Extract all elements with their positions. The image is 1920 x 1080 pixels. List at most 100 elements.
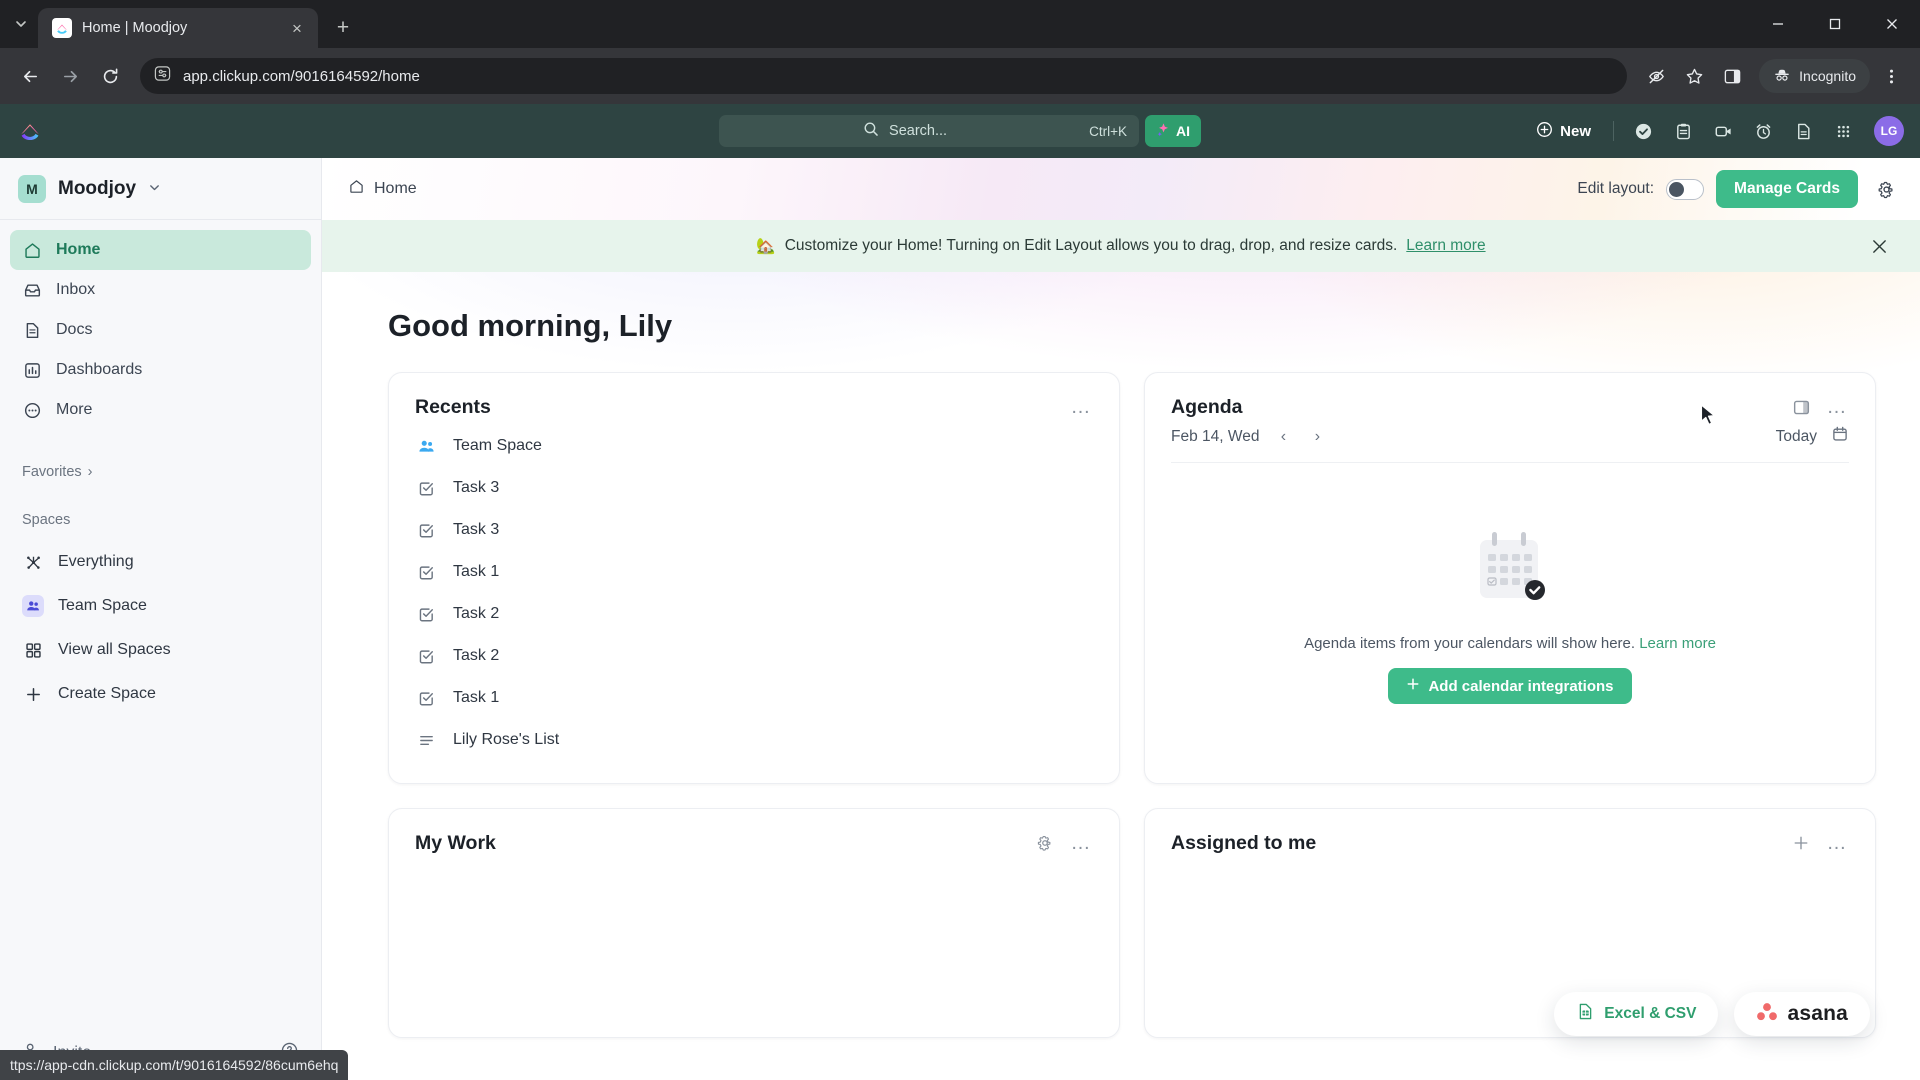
task-check-icon bbox=[415, 690, 437, 707]
window-minimize-button[interactable] bbox=[1749, 0, 1806, 48]
sidebar-item-inbox[interactable]: Inbox bbox=[10, 270, 311, 310]
split-panel-icon[interactable] bbox=[1789, 395, 1813, 419]
breadcrumb[interactable]: Home bbox=[348, 178, 417, 200]
reload-button-icon[interactable] bbox=[92, 58, 128, 94]
list-item[interactable]: Task 3 bbox=[415, 467, 1093, 509]
clickup-logo-icon[interactable] bbox=[0, 119, 60, 143]
integration-chip-excel-csv[interactable]: Excel & CSV bbox=[1554, 992, 1718, 1036]
edit-layout-toggle[interactable] bbox=[1666, 179, 1704, 200]
list-item[interactable]: Lily Rose's List bbox=[415, 719, 1093, 761]
tab-search-chevron-icon[interactable] bbox=[4, 0, 38, 48]
browser-status-bar: ttps://app-cdn.clickup.com/t/9016164592/… bbox=[0, 1050, 348, 1080]
sidebar-nav: Home Inbox Docs bbox=[0, 220, 321, 430]
ai-button[interactable]: AI bbox=[1145, 115, 1201, 147]
new-tab-button[interactable]: + bbox=[326, 11, 360, 45]
sidebar-item-more[interactable]: More bbox=[10, 390, 311, 430]
banner-learn-more-link[interactable]: Learn more bbox=[1406, 237, 1485, 255]
new-button-label: New bbox=[1560, 123, 1591, 140]
back-button-icon[interactable] bbox=[12, 58, 48, 94]
list-item[interactable]: Task 3 bbox=[415, 509, 1093, 551]
check-circle-icon[interactable] bbox=[1624, 114, 1662, 148]
mouse-cursor bbox=[1700, 404, 1717, 433]
workspace-switcher[interactable]: M Moodjoy bbox=[0, 158, 321, 220]
alarm-clock-icon[interactable] bbox=[1744, 114, 1782, 148]
agenda-prev-day-icon[interactable]: ‹ bbox=[1273, 428, 1293, 446]
list-item[interactable]: Task 1 bbox=[415, 677, 1093, 719]
app-header: Search... Ctrl+K AI New bbox=[0, 104, 1920, 158]
agenda-card-title: Agenda bbox=[1171, 396, 1243, 419]
breadcrumb-label: Home bbox=[374, 180, 417, 198]
assigned-to-me-card-menu-icon[interactable]: … bbox=[1825, 831, 1849, 855]
agenda-next-day-icon[interactable]: › bbox=[1307, 428, 1327, 446]
avatar[interactable]: LG bbox=[1874, 116, 1904, 146]
clipboard-icon[interactable] bbox=[1664, 114, 1702, 148]
window-maximize-button[interactable] bbox=[1806, 0, 1863, 48]
list-item-label: Task 2 bbox=[453, 605, 499, 623]
tab-close-icon[interactable]: × bbox=[286, 20, 308, 37]
sidebar-item-docs[interactable]: Docs bbox=[10, 310, 311, 350]
calendar-icon[interactable] bbox=[1831, 425, 1849, 448]
plus-icon bbox=[1406, 677, 1420, 695]
banner-close-icon[interactable] bbox=[1866, 233, 1892, 259]
add-calendar-integrations-button[interactable]: Add calendar integrations bbox=[1388, 668, 1631, 704]
global-search-area: Search... Ctrl+K AI bbox=[719, 115, 1201, 147]
sidebar-item-dashboards[interactable]: Dashboards bbox=[10, 350, 311, 390]
home-cards-grid: Recents … Team Space bbox=[388, 372, 1876, 1038]
list-item-label: Lily Rose's List bbox=[453, 731, 559, 749]
integration-chip-asana[interactable]: asana bbox=[1734, 992, 1870, 1036]
agenda-today-button[interactable]: Today bbox=[1776, 428, 1817, 446]
address-bar[interactable]: app.clickup.com/9016164592/home bbox=[140, 58, 1627, 94]
sidebar-item-home[interactable]: Home bbox=[10, 230, 311, 270]
list-item-label: Task 1 bbox=[453, 689, 499, 707]
browser-tab[interactable]: Home | Moodjoy × bbox=[38, 8, 318, 48]
agenda-current-date: Feb 14, Wed bbox=[1171, 428, 1259, 446]
agenda-empty-state: Agenda items from your calendars will sh… bbox=[1171, 463, 1849, 761]
new-button[interactable]: New bbox=[1524, 115, 1603, 147]
sidebar-item-everything[interactable]: Everything bbox=[0, 540, 321, 584]
address-bar-url: app.clickup.com/9016164592/home bbox=[183, 68, 420, 85]
recents-card-header: Recents … bbox=[415, 395, 1093, 419]
recents-card-title: Recents bbox=[415, 396, 491, 419]
bookmark-star-icon[interactable] bbox=[1677, 59, 1711, 93]
eye-off-icon[interactable] bbox=[1639, 59, 1673, 93]
assigned-to-me-add-icon[interactable] bbox=[1789, 831, 1813, 855]
video-camera-icon[interactable] bbox=[1704, 114, 1742, 148]
document-icon[interactable] bbox=[1784, 114, 1822, 148]
manage-cards-button[interactable]: Manage Cards bbox=[1716, 170, 1858, 208]
home-icon bbox=[348, 178, 365, 200]
agenda-learn-more-link[interactable]: Learn more bbox=[1639, 635, 1716, 652]
customize-home-banner: 🏡 Customize your Home! Turning on Edit L… bbox=[322, 220, 1920, 272]
page-settings-icon[interactable] bbox=[154, 65, 171, 87]
document-icon bbox=[22, 321, 42, 340]
sidebar-item-label: Docs bbox=[56, 321, 92, 339]
incognito-indicator[interactable]: Incognito bbox=[1759, 59, 1870, 93]
window-close-button[interactable] bbox=[1863, 0, 1920, 48]
sidebar-item-label: Create Space bbox=[58, 685, 156, 703]
sidebar-item-create-space[interactable]: Create Space bbox=[0, 672, 321, 716]
list-item[interactable]: Task 2 bbox=[415, 593, 1093, 635]
sidebar-item-team-space[interactable]: Team Space bbox=[0, 584, 321, 628]
agenda-card-menu-icon[interactable]: … bbox=[1825, 395, 1849, 419]
my-work-settings-gear-icon[interactable] bbox=[1033, 831, 1057, 855]
favorites-section-header[interactable]: Favorites › bbox=[0, 452, 321, 492]
three-dot-menu-icon[interactable] bbox=[1874, 59, 1908, 93]
forward-button-icon[interactable] bbox=[52, 58, 88, 94]
search-input[interactable]: Search... Ctrl+K bbox=[719, 115, 1139, 147]
sidebar-item-view-all-spaces[interactable]: View all Spaces bbox=[0, 628, 321, 672]
list-item[interactable]: Task 1 bbox=[415, 551, 1093, 593]
list-item[interactable]: Task 2 bbox=[415, 635, 1093, 677]
gear-icon[interactable] bbox=[1870, 180, 1902, 199]
my-work-card-menu-icon[interactable]: … bbox=[1069, 831, 1093, 855]
chevron-down-icon bbox=[148, 181, 161, 197]
recents-card-menu-icon[interactable]: … bbox=[1069, 395, 1093, 419]
side-panel-icon[interactable] bbox=[1715, 59, 1749, 93]
apps-grid-icon[interactable] bbox=[1824, 114, 1862, 148]
list-item[interactable]: Team Space bbox=[415, 425, 1093, 467]
search-placeholder: Search... bbox=[889, 123, 947, 139]
topbar-actions: Edit layout: Manage Cards bbox=[1577, 170, 1902, 208]
list-item-label: Task 3 bbox=[453, 521, 499, 539]
home-icon bbox=[22, 241, 42, 260]
incognito-hat-icon bbox=[1773, 66, 1791, 87]
agenda-card: Agenda … Feb 14, Wed ‹ bbox=[1144, 372, 1876, 784]
workspace-name: Moodjoy bbox=[58, 178, 136, 200]
